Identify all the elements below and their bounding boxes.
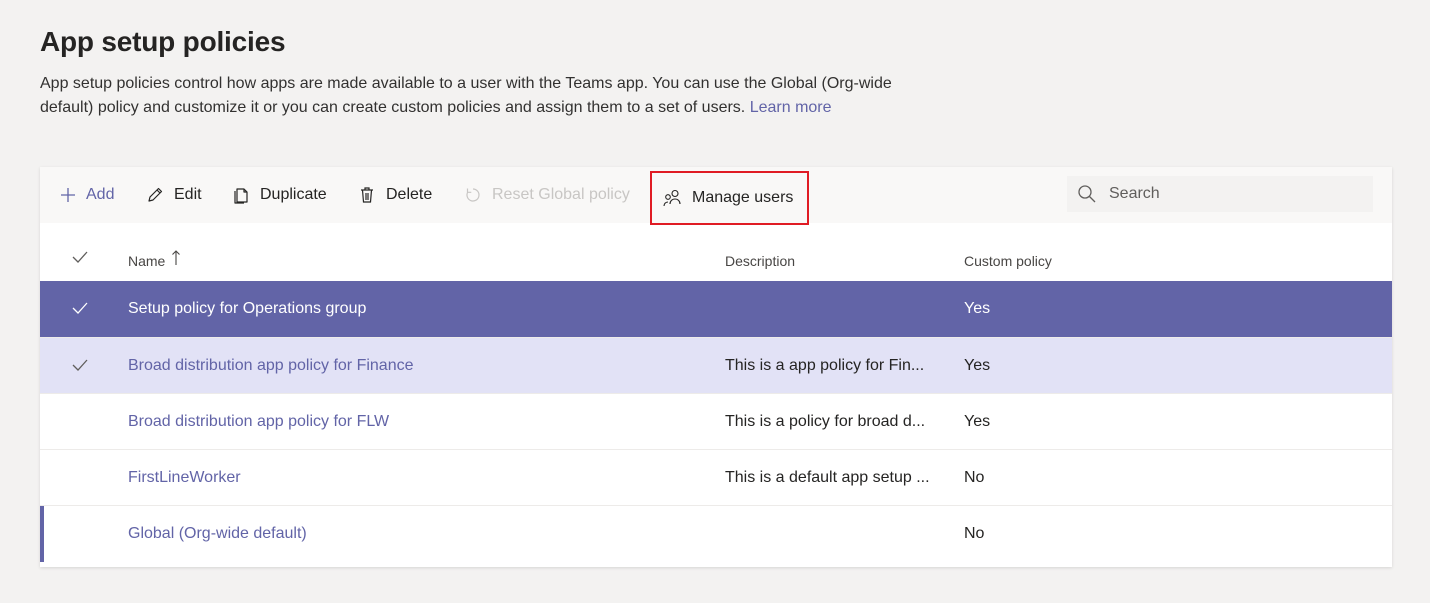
row-description: This is a default app setup ...	[725, 469, 930, 486]
table-row[interactable]: Broad distribution app policy for FLW Th…	[40, 393, 1392, 449]
manage-users-button[interactable]: Manage users	[650, 171, 810, 225]
policies-panel: Add Edit Duplicate Delete Reset Global p…	[40, 167, 1392, 567]
manage-users-label: Manage users	[692, 189, 794, 206]
table-row[interactable]: Setup policy for Operations group Yes	[40, 281, 1392, 337]
table-row[interactable]: FirstLineWorker This is a default app se…	[40, 449, 1392, 505]
row-description: This is a app policy for Fin...	[725, 357, 925, 374]
edit-label: Edit	[174, 186, 202, 203]
search-input[interactable]	[1107, 184, 1351, 204]
reset-label: Reset Global policy	[492, 186, 630, 203]
reset-icon	[466, 188, 480, 202]
row-focus-marker	[40, 506, 44, 562]
search-icon	[1078, 185, 1096, 203]
row-custom-policy: No	[964, 469, 985, 486]
search-box[interactable]	[1067, 176, 1373, 212]
row-checkmark-icon[interactable]	[71, 358, 89, 372]
sort-ascending-icon	[172, 250, 181, 265]
table-row[interactable]: Global (Org-wide default) No	[40, 505, 1392, 562]
row-name[interactable]: FirstLineWorker	[128, 450, 708, 506]
add-button[interactable]: Add	[60, 175, 114, 215]
row-custom-policy: Yes	[964, 300, 991, 317]
row-checkmark-icon[interactable]	[71, 301, 89, 315]
reset-global-policy-button[interactable]: Reset Global policy	[464, 175, 630, 215]
table-row[interactable]: Broad distribution app policy for Financ…	[40, 337, 1392, 393]
delete-button[interactable]: Delete	[358, 175, 432, 215]
column-header-description[interactable]: Description	[725, 253, 795, 269]
column-header-name[interactable]: Name	[128, 250, 181, 269]
table-header: Name Description Custom policy	[40, 223, 1392, 281]
toolbar: Add Edit Duplicate Delete Reset Global p…	[40, 167, 1392, 225]
duplicate-label: Duplicate	[260, 186, 327, 203]
duplicate-button[interactable]: Duplicate	[232, 175, 327, 215]
page-title: App setup policies	[40, 26, 286, 57]
trash-icon	[361, 187, 373, 203]
row-name[interactable]: Broad distribution app policy for FLW	[128, 394, 708, 450]
add-label: Add	[86, 186, 115, 203]
edit-button[interactable]: Edit	[146, 175, 202, 215]
row-custom-policy: No	[964, 525, 985, 542]
row-name[interactable]: Broad distribution app policy for Financ…	[128, 338, 708, 394]
row-description: This is a policy for broad d...	[725, 413, 926, 430]
column-header-custom-policy[interactable]: Custom policy	[964, 253, 1052, 269]
row-description	[725, 506, 940, 562]
row-custom-policy: Yes	[964, 357, 991, 374]
row-name[interactable]: Setup policy for Operations group	[128, 281, 708, 337]
plus-icon	[61, 188, 75, 202]
learn-more-link[interactable]: Learn more	[750, 99, 832, 116]
people-icon	[663, 189, 681, 207]
row-name[interactable]: Global (Org-wide default)	[128, 506, 708, 562]
column-name-label: Name	[128, 253, 166, 269]
row-description	[725, 281, 940, 337]
row-custom-policy: Yes	[964, 413, 991, 430]
pencil-icon	[148, 187, 163, 202]
delete-label: Delete	[386, 186, 433, 203]
select-all-checkmark-icon[interactable]	[71, 250, 89, 264]
page-description: App setup policies control how apps are …	[40, 72, 940, 120]
duplicate-icon	[234, 188, 248, 204]
